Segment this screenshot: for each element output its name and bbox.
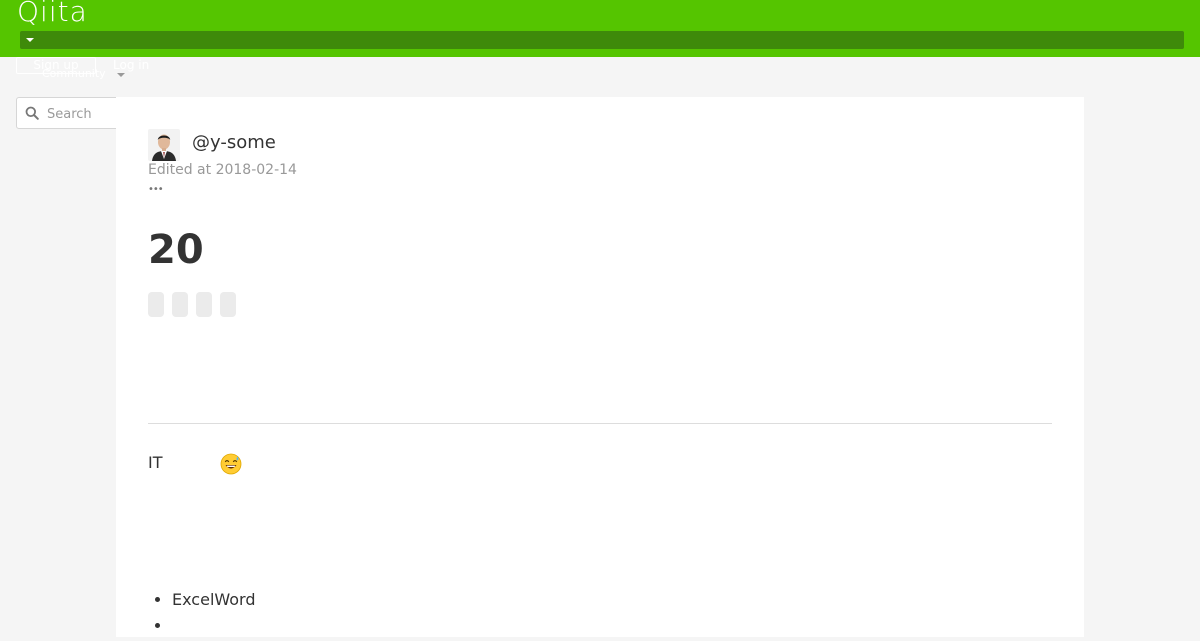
article-card: @y-some Edited at 2018-02-14 ••• 20 IT E… <box>116 97 1084 637</box>
top-navbar: Qiita <box>0 0 1200 57</box>
divider <box>148 423 1052 424</box>
chevron-down-icon[interactable] <box>117 73 125 77</box>
user-photo <box>148 129 180 161</box>
edited-timestamp: Edited at 2018-02-14 <box>148 162 297 178</box>
tag-chip[interactable] <box>196 292 212 317</box>
tag-chip[interactable] <box>172 292 188 317</box>
community-menu[interactable]: Community <box>42 67 106 81</box>
bullet-list: ExcelWord <box>172 589 256 641</box>
body-paragraph: IT <box>148 453 163 472</box>
search-icon <box>25 106 39 120</box>
login-link[interactable]: Log in <box>113 58 149 73</box>
more-options-icon[interactable]: ••• <box>148 185 164 195</box>
qiita-logo[interactable]: Qiita <box>17 0 88 28</box>
tag-chip[interactable] <box>220 292 236 317</box>
sweat-smile-emoji-icon <box>220 453 242 475</box>
list-item: ExcelWord <box>172 589 256 611</box>
caret-down-icon[interactable] <box>26 38 34 42</box>
tag-list <box>148 292 244 317</box>
menu-bar[interactable] <box>20 31 1184 49</box>
list-item <box>172 615 256 637</box>
author-username[interactable]: @y-some <box>192 131 276 155</box>
article-title: 20 <box>148 227 204 273</box>
avatar[interactable] <box>148 129 180 161</box>
tag-chip[interactable] <box>148 292 164 317</box>
